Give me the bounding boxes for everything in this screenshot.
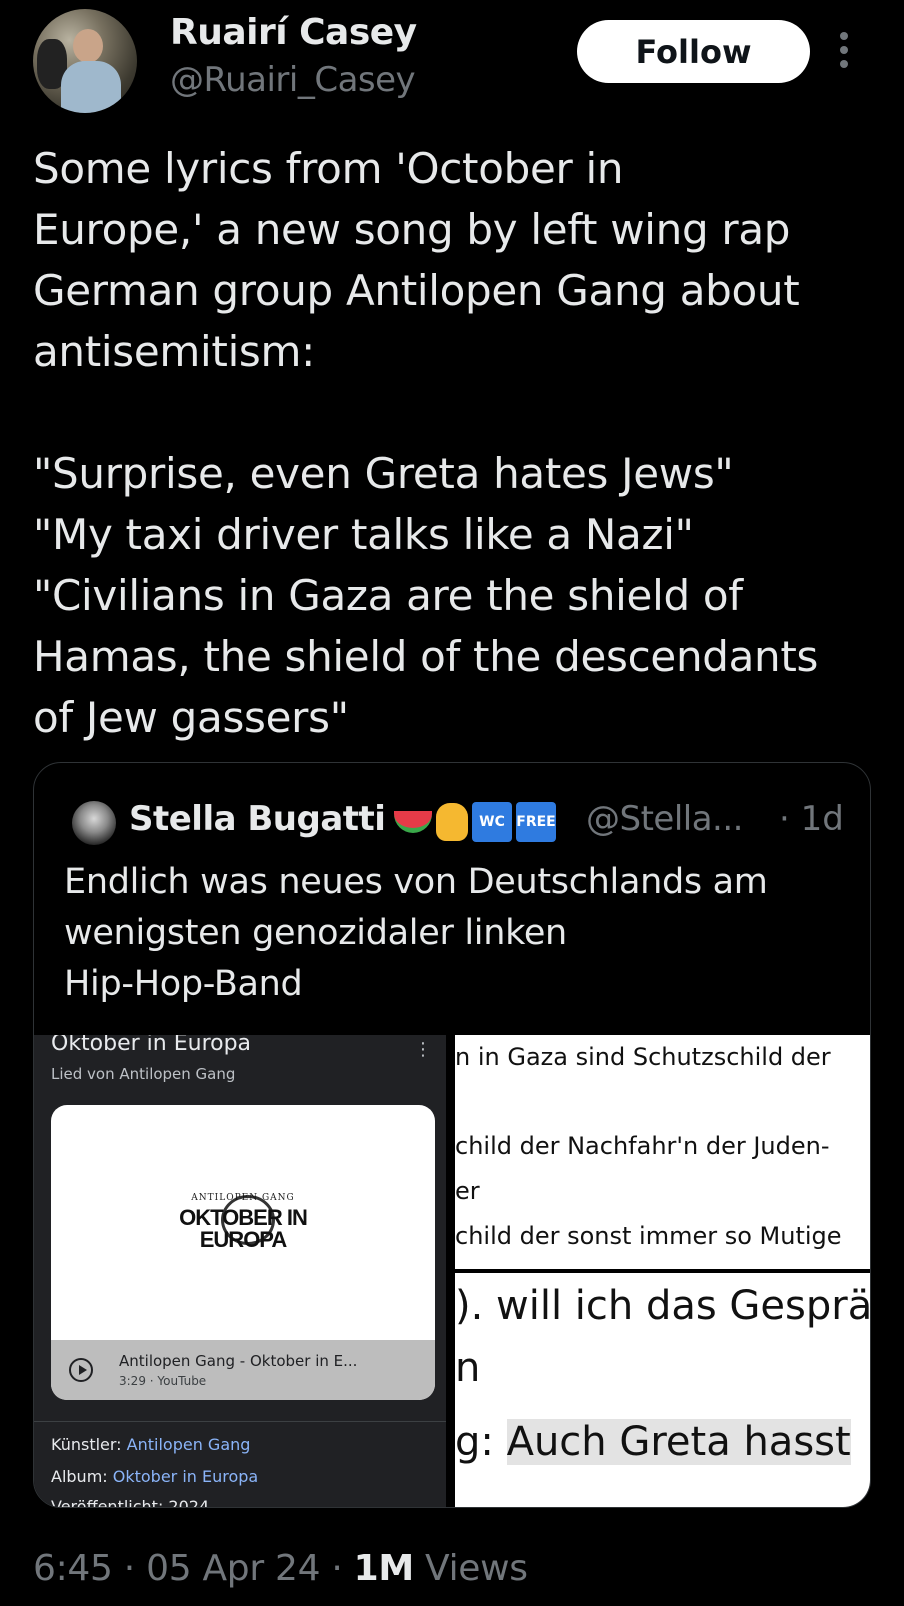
released-row: Veröffentlicht: 2024 — [51, 1497, 210, 1508]
video-title: Antilopen Gang - Oktober in E... — [119, 1352, 358, 1370]
follow-button[interactable]: Follow — [577, 20, 810, 83]
lyrics-line: ). will ich das Gesprä — [455, 1283, 871, 1329]
lyrics-line: n — [455, 1345, 481, 1391]
song-title: Oktober in Europa — [51, 1035, 252, 1056]
tweet-time[interactable]: 6:45 — [33, 1548, 113, 1589]
separator: · — [320, 1548, 354, 1589]
quoted-tweet-card[interactable]: Stella Bugatti WC FREE @Stella... · 1d E… — [33, 762, 871, 1508]
author-name[interactable]: Ruairí Casey — [170, 12, 417, 53]
quoted-author-name: Stella Bugatti — [129, 799, 386, 839]
separator: · — [112, 1548, 147, 1589]
call-me-hand-icon — [436, 803, 468, 841]
lyrics-prefix: g: — [455, 1419, 507, 1465]
tweet-date[interactable]: 05 Apr 24 — [146, 1548, 320, 1589]
album-row: Album: Oktober in Europa — [51, 1467, 258, 1486]
quoted-tweet-text: Endlich was neues von Deutschlands am we… — [64, 862, 768, 1004]
lyrics-line: g: Auch Greta hasst — [455, 1419, 851, 1465]
lyrics-highlight: Auch Greta hasst — [506, 1419, 851, 1465]
artist-link: Antilopen Gang — [126, 1435, 251, 1454]
tweet-text: Some lyrics from 'October in Europe,' a … — [33, 144, 819, 742]
wc-icon: WC — [472, 802, 512, 842]
quoted-author-avatar — [72, 801, 116, 845]
song-menu-icon: ⋮ — [414, 1039, 432, 1060]
video-info-bar: Antilopen Gang - Oktober in E... 3:29 · … — [51, 1340, 435, 1400]
tweet-meta: 6:45 · 05 Apr 24 · 1M Views — [33, 1548, 528, 1589]
song-subtitle: Lied von Antilopen Gang — [51, 1065, 236, 1083]
quoted-image-song-panel[interactable]: Oktober in Europa ⋮ Lied von Antilopen G… — [34, 1035, 446, 1508]
quoted-author-emoji-row: WC FREE — [394, 799, 556, 845]
lyrics-line: er — [455, 1177, 480, 1205]
avatar-face-shape — [73, 29, 103, 63]
avatar-shirt-shape — [61, 61, 121, 113]
video-card: ANTILOPEN GANG OKTOBER IN EUROPA Antilop… — [51, 1105, 435, 1400]
lyrics-line: child der Nachfahr'n der Juden- — [455, 1132, 830, 1160]
author-handle[interactable]: @Ruairi_Casey — [170, 60, 416, 100]
play-icon — [69, 1358, 93, 1382]
more-options-icon[interactable] — [840, 32, 850, 72]
artist-label: Künstler: — [51, 1435, 127, 1454]
album-link: Oktober in Europa — [112, 1467, 259, 1486]
quoted-author-handle: @Stella... — [586, 799, 743, 839]
free-icon: FREE — [516, 802, 556, 842]
lyrics-line: child der sonst immer so Mutige — [455, 1222, 842, 1250]
views-count[interactable]: 1M — [354, 1548, 415, 1589]
quoted-timestamp: · 1d — [779, 799, 844, 839]
album-art-title: OKTOBER IN EUROPA — [179, 1205, 308, 1252]
watermelon-icon — [394, 811, 432, 833]
artist-row: Künstler: Antilopen Gang — [51, 1435, 250, 1454]
lyrics-line: n in Gaza sind Schutzschild der — [455, 1043, 831, 1071]
lyrics-divider — [455, 1269, 870, 1273]
album-label: Album: — [51, 1467, 113, 1486]
author-avatar[interactable] — [33, 9, 137, 113]
quoted-image-lyrics[interactable]: n in Gaza sind Schutzschild der child de… — [455, 1035, 871, 1507]
views-label: Views — [413, 1548, 528, 1589]
video-meta: 3:29 · YouTube — [119, 1374, 207, 1388]
divider — [34, 1421, 446, 1422]
